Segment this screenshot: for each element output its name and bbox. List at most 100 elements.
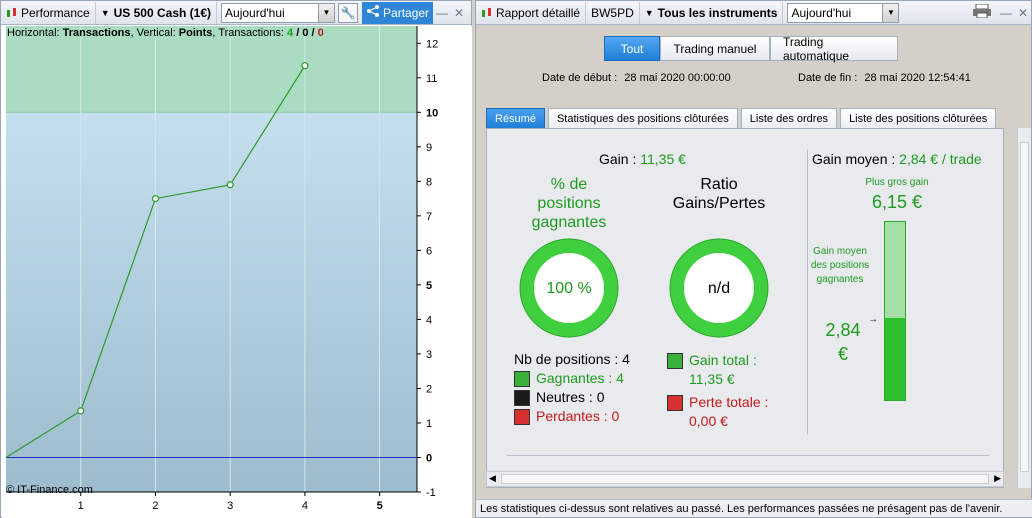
vertical-axis-name: Points [178,27,213,39]
report-period-value: Aujourd'hui [791,5,852,20]
minimize-icon[interactable]: — [997,6,1015,20]
loss-total: Perte totale : 0,00 € [667,393,768,431]
chart-header: Horizontal: Transactions, Vertical: Poin… [7,27,324,39]
close-icon[interactable]: ✕ [1015,6,1031,20]
status-bar: Les statistiques ci-dessus sont relative… [476,499,1032,517]
data-point [226,181,234,189]
wrench-icon: 🔧 [340,5,356,20]
gain-total-icon [667,353,683,370]
winning-label: Gagnantes : 4 [536,370,624,386]
y-tick-label: 10 [426,107,438,119]
win-pct-gauge: 100 % [517,236,621,340]
avg-win-value: 2,84 € [825,320,861,364]
neutral-legend-icon [514,390,530,407]
close-icon[interactable]: ✕ [451,6,467,20]
printer-icon[interactable] [972,3,991,21]
gain-value: 11,35 € [640,151,686,167]
vertical-scroll-thumb[interactable] [1020,142,1029,472]
best-gain-label: Plus gros gain [865,177,929,188]
y-tick-label: 11 [426,73,437,85]
y-tick-label: 3 [426,349,432,361]
performance-toolbar: Performance ▼ US 500 Cash (1€) Aujourd'h… [1,1,471,25]
x-tick-label: 4 [302,500,308,512]
vertical-scrollbar[interactable] [1017,128,1031,488]
lower-zone [6,112,417,492]
start-date: Date de début : 28 mai 2020 00:00:00 [542,72,731,84]
end-date-label: Date de fin : [798,72,858,84]
settings-button[interactable]: 🔧 [338,2,359,23]
performance-panel: Performance ▼ US 500 Cash (1€) Aujourd'h… [0,0,472,518]
performance-label: Performance [21,5,90,20]
x-tick-label: 1 [78,500,84,512]
positions-count: Nb de positions : 4 [514,351,630,367]
tab-closed-stats[interactable]: Statistiques des positions clôturées [547,108,738,128]
report-period-select[interactable]: Aujourd'hui ▼ [787,2,900,23]
avg-win-label: Gain moyen des positions gagnantes [810,246,870,285]
instrument-label: US 500 Cash (1€) [113,5,212,20]
data-point [301,62,309,70]
gain-summary: Gain : 11,35 € [599,151,686,167]
neutral-count: Neutres : 0 [514,389,604,407]
chart-header-mid2: , Transactions: [212,27,288,39]
ratio-gauge: n/d [667,236,771,340]
performance-title[interactable]: Performance [1,1,96,24]
share-icon [366,4,380,21]
data-point [77,407,85,415]
chevron-down-icon[interactable]: ▼ [882,3,899,22]
data-point [151,194,160,203]
y-tick-label: 7 [426,211,432,223]
filter-auto-button[interactable]: Trading automatique [770,35,898,63]
watermark: © IT-Finance.com [6,484,93,496]
report-label: Rapport détaillé [496,5,581,20]
gain-total-label: Gain total : [689,352,757,368]
ratio-title: Ratio Gains/Pertes [672,176,766,212]
x-tick-label: 5 [377,500,383,512]
tab-summary[interactable]: Résumé [486,108,545,128]
avg-gain-label: Gain moyen : [812,151,896,167]
horizontal-scrollbar[interactable]: ◀ ▶ [486,471,1004,487]
caret-down-icon: ▼ [644,7,654,18]
period-select[interactable]: Aujourd'hui ▼ [221,2,336,23]
losing-legend-icon [514,409,530,426]
loss-total-label: Perte totale : [689,394,769,410]
losing-label: Perdantes : 0 [536,408,620,424]
caret-down-icon: ▼ [100,7,110,18]
instrument-selector[interactable]: ▼ US 500 Cash (1€) [96,1,218,24]
end-date-value: 28 mai 2020 12:54:41 [864,72,971,84]
candlestick-icon [6,7,18,19]
loss-total-value: 0,00 € [689,413,728,429]
account-label[interactable]: BW5PD [586,1,640,24]
performance-chart-svg: -101234567891011121 2 3 4 5 [2,26,472,518]
filter-all-button[interactable]: Tout [604,36,660,61]
gain-total: Gain total : 11,35 € [667,351,757,389]
chart-header-prefix: Horizontal: [7,27,63,39]
filter-manual-button[interactable]: Trading manuel [660,36,770,61]
candlestick-icon [481,7,493,19]
losing-count: Perdantes : 0 [514,408,620,426]
report-title[interactable]: Rapport détaillé [476,1,587,24]
win-pct-value: 100 % [546,280,592,297]
instruments-selector[interactable]: ▼ Tous les instruments [640,1,784,24]
x-tick-label: 3 [227,500,233,512]
instruments-label: Tous les instruments [657,5,778,20]
y-tick-label: 1 [426,418,432,430]
y-tick-label: 6 [426,245,432,257]
share-button[interactable]: Partager [362,1,434,24]
chevron-down-icon[interactable]: ▼ [318,3,335,22]
minimize-icon[interactable]: — [433,6,451,20]
win-pct-title: % de positions gagnantes [531,176,607,231]
transactions-losing-count: 0 [317,27,324,39]
start-date-value: 28 mai 2020 00:00:00 [624,72,731,84]
y-tick-label: 8 [426,176,432,188]
gain-label: Gain : [599,151,637,167]
horizontal-axis-name: Transactions [62,27,131,39]
tab-closed-positions[interactable]: Liste des positions clôturées [840,108,997,128]
scroll-left-icon[interactable]: ◀ [489,473,496,484]
report-tabs: Résumé Statistiques des positions clôtur… [486,108,999,128]
horizontal-scroll-thumb[interactable] [501,474,989,484]
tab-orders[interactable]: Liste des ordres [740,108,838,128]
scroll-right-icon[interactable]: ▶ [994,473,1001,484]
summary-panel: Gain : 11,35 € % de positions gagnantes … [486,128,1004,488]
y-tick-label: 12 [426,38,438,50]
winning-legend-icon [514,371,530,388]
